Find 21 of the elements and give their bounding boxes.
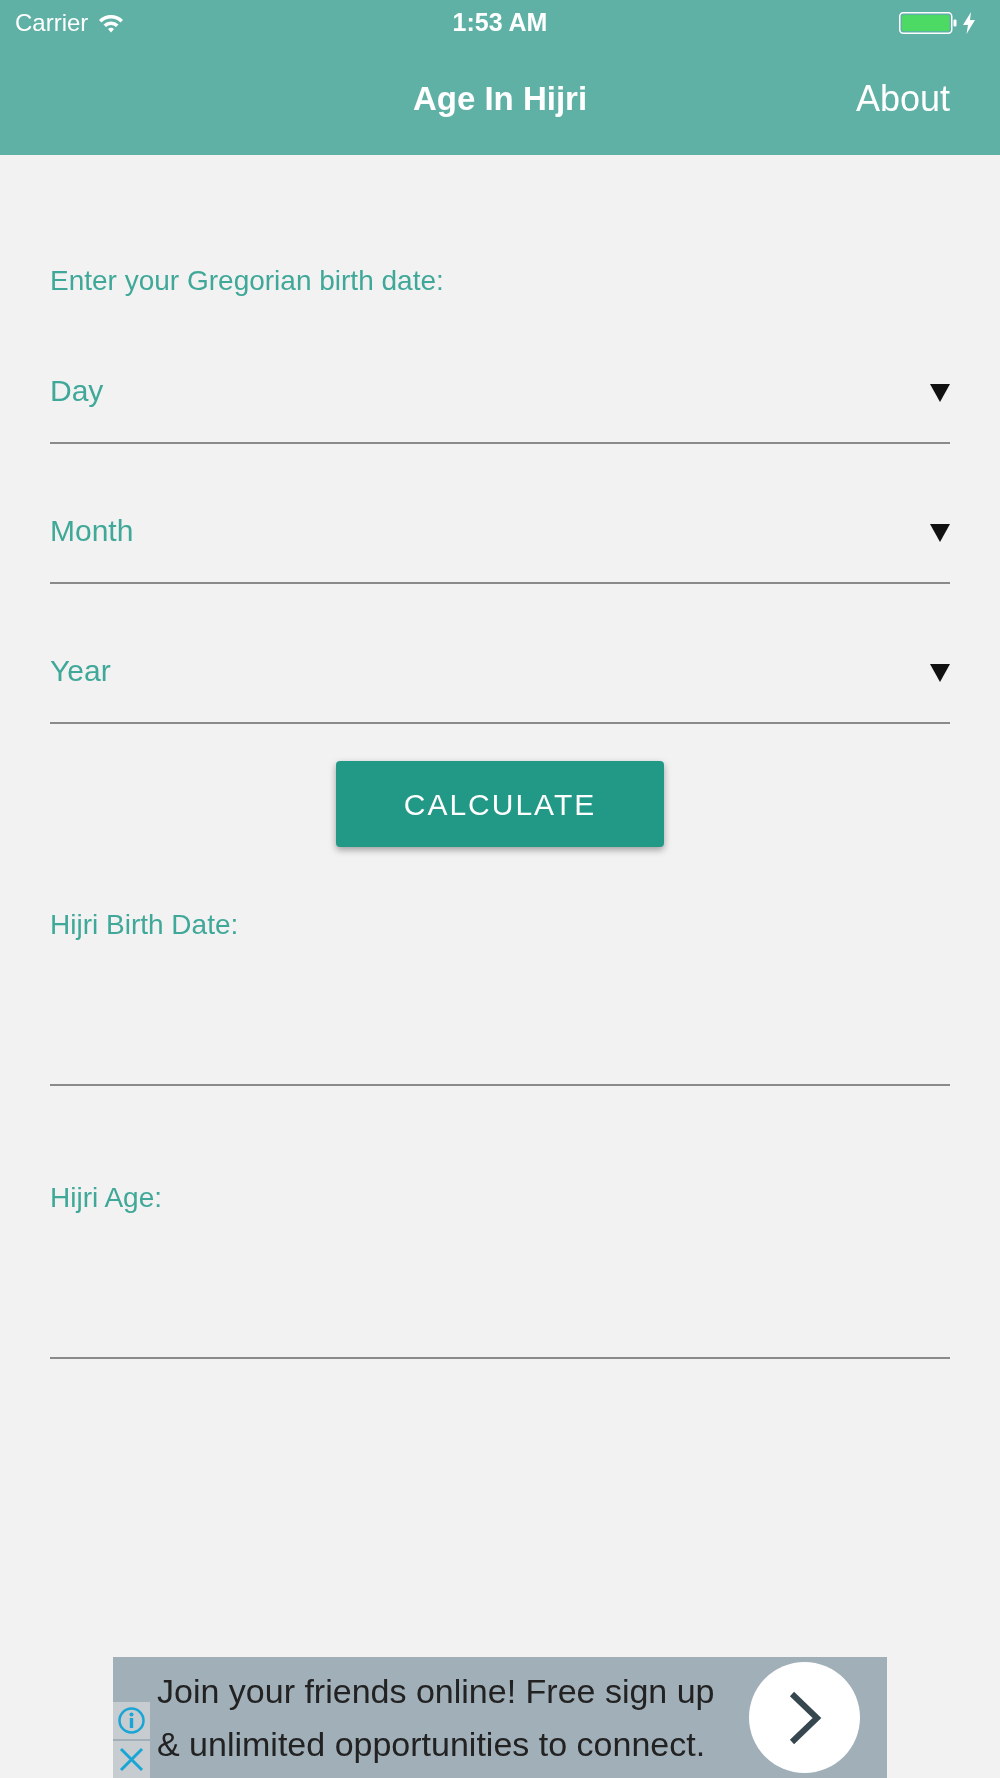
caret-down-icon [930,664,950,682]
ad-text: Join your friends online! Free sign up & unlimited opportunities to connect. [156,1670,716,1765]
chevron-right-icon [787,1689,822,1746]
dropdown-field[interactable]: Month [50,500,950,584]
birth-date-prompt: Enter your Gregorian birth date: [50,264,445,298]
battery-icon [899,12,957,34]
dropdown-field[interactable]: Year [50,640,950,724]
result-label: Hijri Age: [50,1181,164,1215]
caret-down-icon [930,524,950,542]
app-title: Age In Hijri [412,78,588,119]
ad-banner[interactable]: Join your friends online! Free sign up & unlimited opportunities to connect. [113,1657,887,1778]
caret-down-icon [930,384,950,402]
wifi-icon [98,13,125,33]
result-label: Hijri Birth Date: [50,908,240,942]
about-button[interactable]: About [855,71,950,126]
carrier-label: Carrier [15,8,89,38]
status-time: 1:53 AM [452,7,548,39]
dropdown-field[interactable]: Day [50,360,950,444]
calculate-button[interactable]: CALCULATE [336,761,664,847]
info-icon [113,1702,150,1739]
charging-bolt-icon [963,12,975,34]
